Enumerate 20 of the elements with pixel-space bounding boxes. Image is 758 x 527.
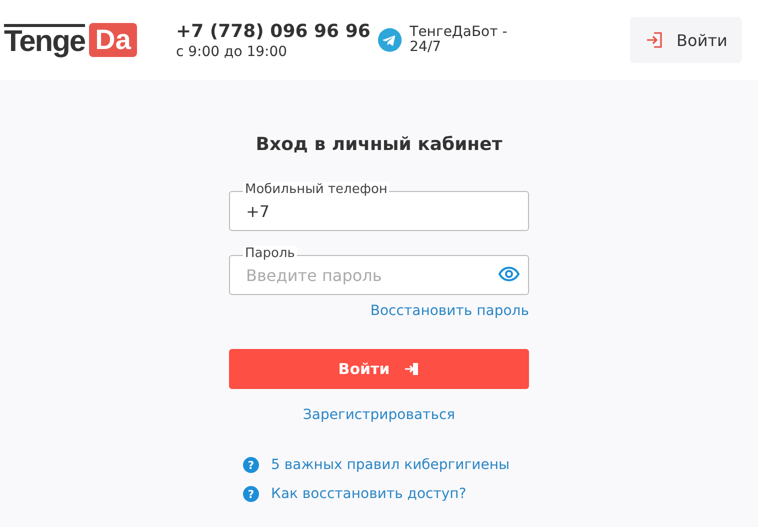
telegram-icon[interactable] xyxy=(378,28,402,52)
show-password-icon[interactable] xyxy=(498,266,520,282)
bot-link[interactable]: ТенгеДаБот - 24/7 xyxy=(410,25,518,55)
help-link[interactable]: 5 важных правил кибергигиены xyxy=(271,457,510,473)
logo-text: Tenge xyxy=(4,24,86,56)
help-icon: ? xyxy=(243,457,259,473)
working-hours: с 9:00 до 19:00 xyxy=(176,44,288,60)
register-link[interactable]: Зарегистрироваться xyxy=(302,407,456,423)
submit-button[interactable]: Войти xyxy=(229,349,529,389)
logo-badge: Da xyxy=(89,23,137,57)
field-label: Мобильный телефон xyxy=(243,182,390,197)
help-icon: ? xyxy=(243,486,259,502)
field-label: Пароль xyxy=(243,246,297,261)
login-icon xyxy=(404,361,420,377)
restore-password-link[interactable]: Восстановить пароль xyxy=(370,303,529,319)
login-icon xyxy=(644,30,665,50)
help-link[interactable]: Как восстановить доступ? xyxy=(271,486,466,502)
login-button[interactable]: Войти xyxy=(630,17,742,63)
phone-number: +7 (778) 096 96 96 xyxy=(176,20,372,42)
form-title: Вход в личный кабинет xyxy=(256,134,502,155)
